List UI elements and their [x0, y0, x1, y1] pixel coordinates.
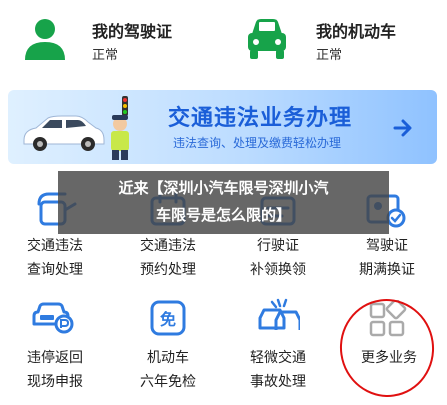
inspection-exempt-icon: 免	[150, 300, 186, 336]
parking-violation-icon	[32, 302, 74, 334]
white-car-illustration	[23, 115, 105, 151]
service-label-line2: 查询处理	[27, 262, 83, 278]
service-label-line1: 机动车	[147, 350, 189, 366]
service-label-line1: 驾驶证	[366, 238, 408, 254]
service-label-line2: 现场申报	[27, 374, 83, 390]
service-label-line1: 行驶证	[257, 238, 299, 254]
overlay-line-2: 车限号是怎么限的】	[155, 206, 291, 224]
minor-accident-icon	[258, 298, 300, 330]
arrow-right-icon[interactable]	[391, 116, 415, 140]
service-label-line2: 六年免检	[140, 374, 196, 390]
top-cards: 我的驾驶证 正常 我的机动车 正常	[0, 0, 447, 82]
vehicle-status: 正常	[316, 48, 343, 63]
service-label-line2: 补领换领	[250, 262, 306, 278]
traffic-officer-illustration	[111, 96, 129, 160]
banner-title: 交通违法业务办理	[168, 106, 353, 131]
driver-license-person-icon	[25, 19, 65, 60]
driver-license-title: 我的驾驶证	[92, 22, 173, 41]
car-front-icon	[248, 19, 286, 59]
article-title-overlay: 近来【深圳小汽车限号深圳小汽 车限号是怎么限的】	[58, 171, 389, 234]
driver-license-status: 正常	[92, 48, 119, 63]
service-label-line1: 轻微交通	[250, 350, 306, 366]
service-label-line1: 交通违法	[27, 238, 83, 254]
service-label-line1: 违停返回	[27, 350, 83, 366]
service-label-line2: 期满换证	[359, 262, 415, 278]
service-label-line2: 事故处理	[250, 374, 306, 390]
vehicle-title: 我的机动车	[316, 22, 397, 41]
red-circle-annotation	[333, 292, 441, 404]
banner-subtitle: 违法查询、处理及缴费轻松办理	[173, 136, 342, 150]
service-label-line2: 预约处理	[140, 262, 196, 278]
svg-text:免: 免	[160, 310, 176, 329]
my-driver-license-card[interactable]: 我的驾驶证 正常	[0, 0, 224, 82]
service-label-line1: 交通违法	[140, 238, 196, 254]
my-vehicle-card[interactable]: 我的机动车 正常	[224, 0, 447, 82]
overlay-line-1: 近来【深圳小汽车限号深圳小汽	[118, 179, 329, 197]
traffic-violation-banner[interactable]: 交通违法业务办理 违法查询、处理及缴费轻松办理	[8, 90, 437, 164]
